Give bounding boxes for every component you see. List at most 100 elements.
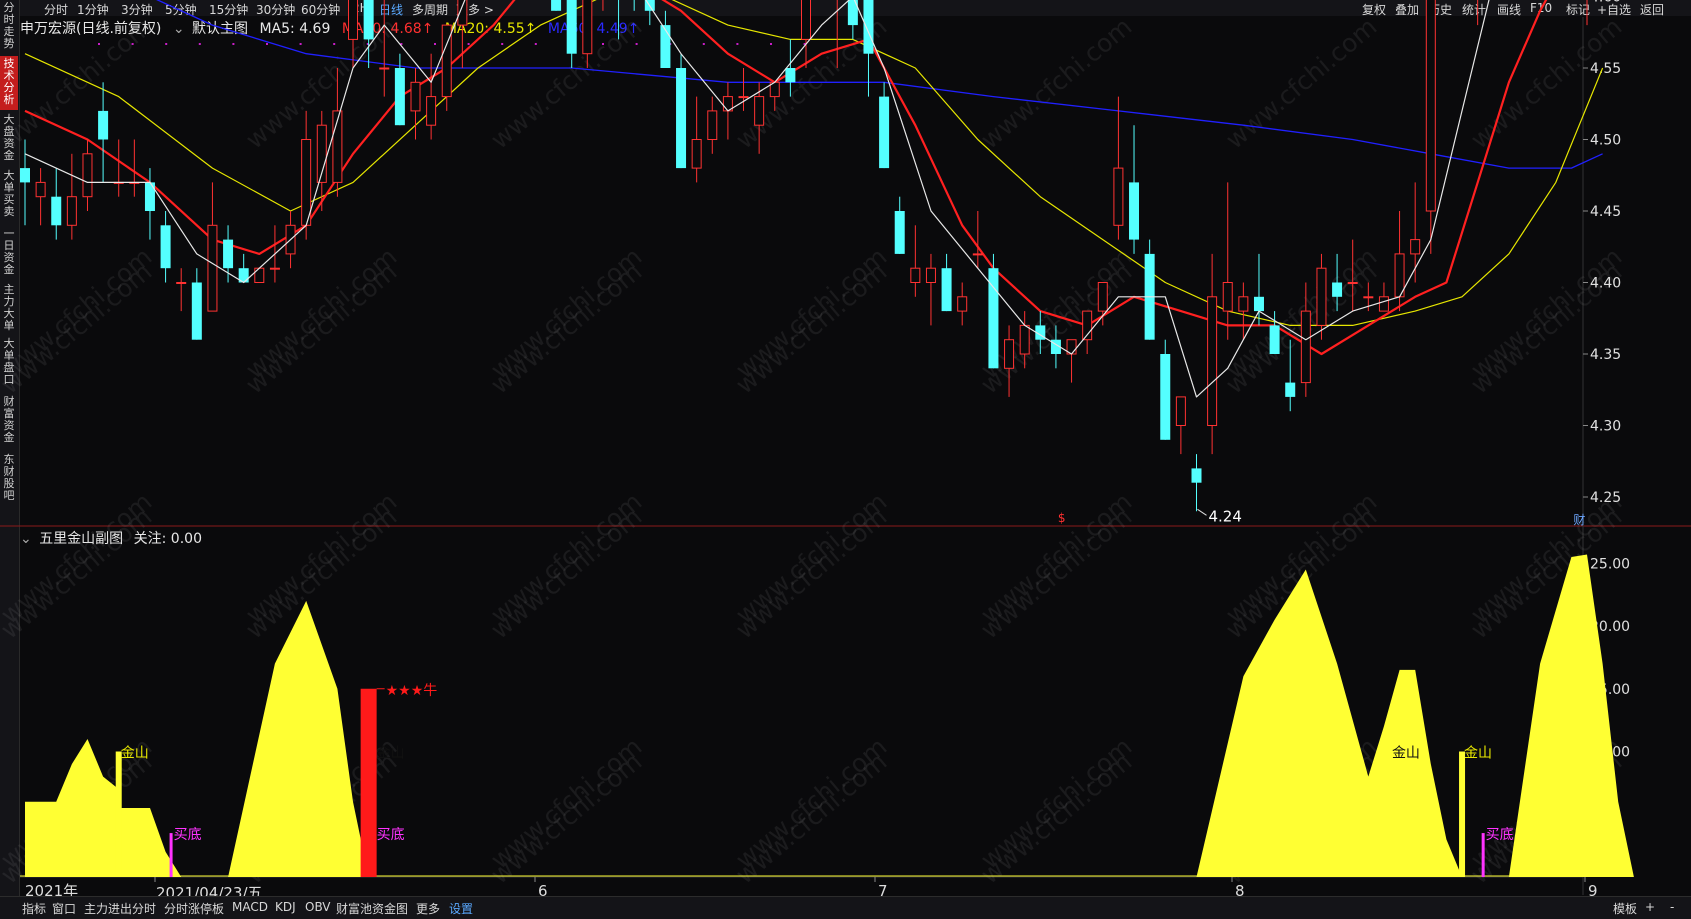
candle-body xyxy=(176,282,187,284)
candle xyxy=(633,0,635,11)
candle xyxy=(738,68,749,111)
candle-body xyxy=(1191,468,1202,483)
candle-body xyxy=(754,96,765,126)
indicator-tab-4[interactable]: 分时涨停板 xyxy=(164,900,224,917)
candle-body xyxy=(551,0,562,11)
candle xyxy=(98,82,109,183)
candle-body xyxy=(1222,282,1233,312)
y-tick-label: 4.45 xyxy=(1590,204,1621,220)
candle xyxy=(66,153,77,240)
candle-body xyxy=(98,110,109,140)
candle xyxy=(925,253,936,326)
candle xyxy=(691,96,702,183)
indicator-tab-7[interactable]: OBV xyxy=(305,900,331,914)
bottom-action-3[interactable]: - xyxy=(1670,900,1674,914)
y-tick-label: 4.30 xyxy=(1590,419,1621,435)
candle-body xyxy=(1160,354,1171,440)
indicator-tab-9[interactable]: 更多 xyxy=(416,900,440,917)
candle xyxy=(113,139,124,197)
top-signal-dot xyxy=(165,43,168,45)
candle xyxy=(988,253,999,369)
stock-chart[interactable]: www.cfchi.com www.cfchi.com www.cfchi.com w… xyxy=(0,0,1691,896)
candle-body xyxy=(35,181,46,198)
x-axis-label: 2021年 xyxy=(25,882,78,896)
candle xyxy=(1191,454,1202,512)
candle-body xyxy=(1316,267,1327,326)
candle xyxy=(879,82,890,169)
top-signal-dot xyxy=(299,43,302,45)
candle-body xyxy=(1378,296,1389,312)
candle-body xyxy=(941,268,952,312)
candle-body xyxy=(66,196,77,226)
candle-body xyxy=(972,253,983,256)
candle xyxy=(20,139,30,226)
x-axis-label: 7 xyxy=(878,882,888,896)
candle-body xyxy=(1332,282,1343,297)
jinshan-label: 金山 xyxy=(1464,746,1492,762)
candle xyxy=(301,110,312,240)
indicator-tab-5[interactable]: MACD xyxy=(232,900,268,914)
buy-bottom-bar xyxy=(1481,833,1485,877)
candle xyxy=(1477,0,1479,26)
candle-body xyxy=(879,96,890,169)
y-tick-label: 4.25 xyxy=(1590,490,1621,506)
candle xyxy=(707,96,718,154)
candle xyxy=(1160,339,1171,440)
candle-body xyxy=(1097,282,1108,312)
watermark-text: www.cfchi.com xyxy=(730,487,892,630)
top-signal-dot xyxy=(266,43,268,45)
indicator-tab-1[interactable]: 指标 xyxy=(22,900,46,917)
candle xyxy=(1175,396,1186,455)
y-tick-label: 4.40 xyxy=(1590,276,1621,292)
y-tick-label: 4.60 xyxy=(1590,0,1621,6)
candle xyxy=(191,268,202,340)
event-marker-cai: 财 xyxy=(1573,513,1585,527)
top-signal-dot xyxy=(501,43,504,45)
bottom-action-1[interactable]: 模板 xyxy=(1613,900,1637,917)
candle-body xyxy=(785,68,796,83)
candle-body xyxy=(1019,324,1030,355)
candle-body xyxy=(910,267,921,284)
candle-body xyxy=(676,68,687,169)
indicator-tab-10[interactable]: 设置 xyxy=(449,900,473,917)
candle-body xyxy=(1285,382,1296,397)
candle-body xyxy=(1363,296,1374,299)
buy-bottom-label: 买底 xyxy=(1486,827,1514,843)
candle xyxy=(957,282,968,326)
x-axis-label: 6 xyxy=(538,882,548,896)
candle xyxy=(207,182,218,312)
candle-body xyxy=(1238,296,1249,312)
candle-body xyxy=(691,139,702,169)
candle-body xyxy=(1410,239,1421,255)
bull-signal-bar xyxy=(360,688,377,877)
candle-body xyxy=(957,296,968,312)
candle-body xyxy=(82,153,93,198)
jinshan-label: 金山 xyxy=(121,746,149,762)
watermark-text: www.cfchi.com xyxy=(1465,242,1627,385)
indicator-tab-2[interactable]: 窗口 xyxy=(52,900,76,917)
candle-body xyxy=(801,0,811,40)
candle xyxy=(801,0,811,68)
x-axis-label: 9 xyxy=(1588,882,1598,896)
indicator-tab-3[interactable]: 主力进出分时 xyxy=(84,900,156,917)
candle xyxy=(160,211,171,283)
signal-label: 买底 xyxy=(377,827,405,843)
indicator-tab-8[interactable]: 财富池资金图 xyxy=(336,900,408,917)
candle-body xyxy=(191,282,202,340)
indicator-tab-6[interactable]: KDJ xyxy=(275,900,296,914)
top-signal-dot xyxy=(736,43,739,45)
bottom-action-2[interactable]: + xyxy=(1645,900,1655,914)
candle xyxy=(176,268,187,312)
top-signal-dot xyxy=(232,43,235,45)
candle-body xyxy=(707,110,718,141)
candle xyxy=(394,53,405,126)
y-tick-label: 4.55 xyxy=(1590,61,1621,77)
candle xyxy=(1207,253,1218,455)
candle-body xyxy=(426,96,437,126)
watermark-text: www.cfchi.com xyxy=(0,12,157,155)
watermark-text: www.cfchi.com xyxy=(0,242,157,385)
candle-body xyxy=(410,81,421,112)
x-axis-label: 2021/04/23/五 xyxy=(156,884,263,896)
watermark-text: www.cfchi.com xyxy=(240,487,402,630)
y-tick-label: 4.50 xyxy=(1590,133,1621,149)
